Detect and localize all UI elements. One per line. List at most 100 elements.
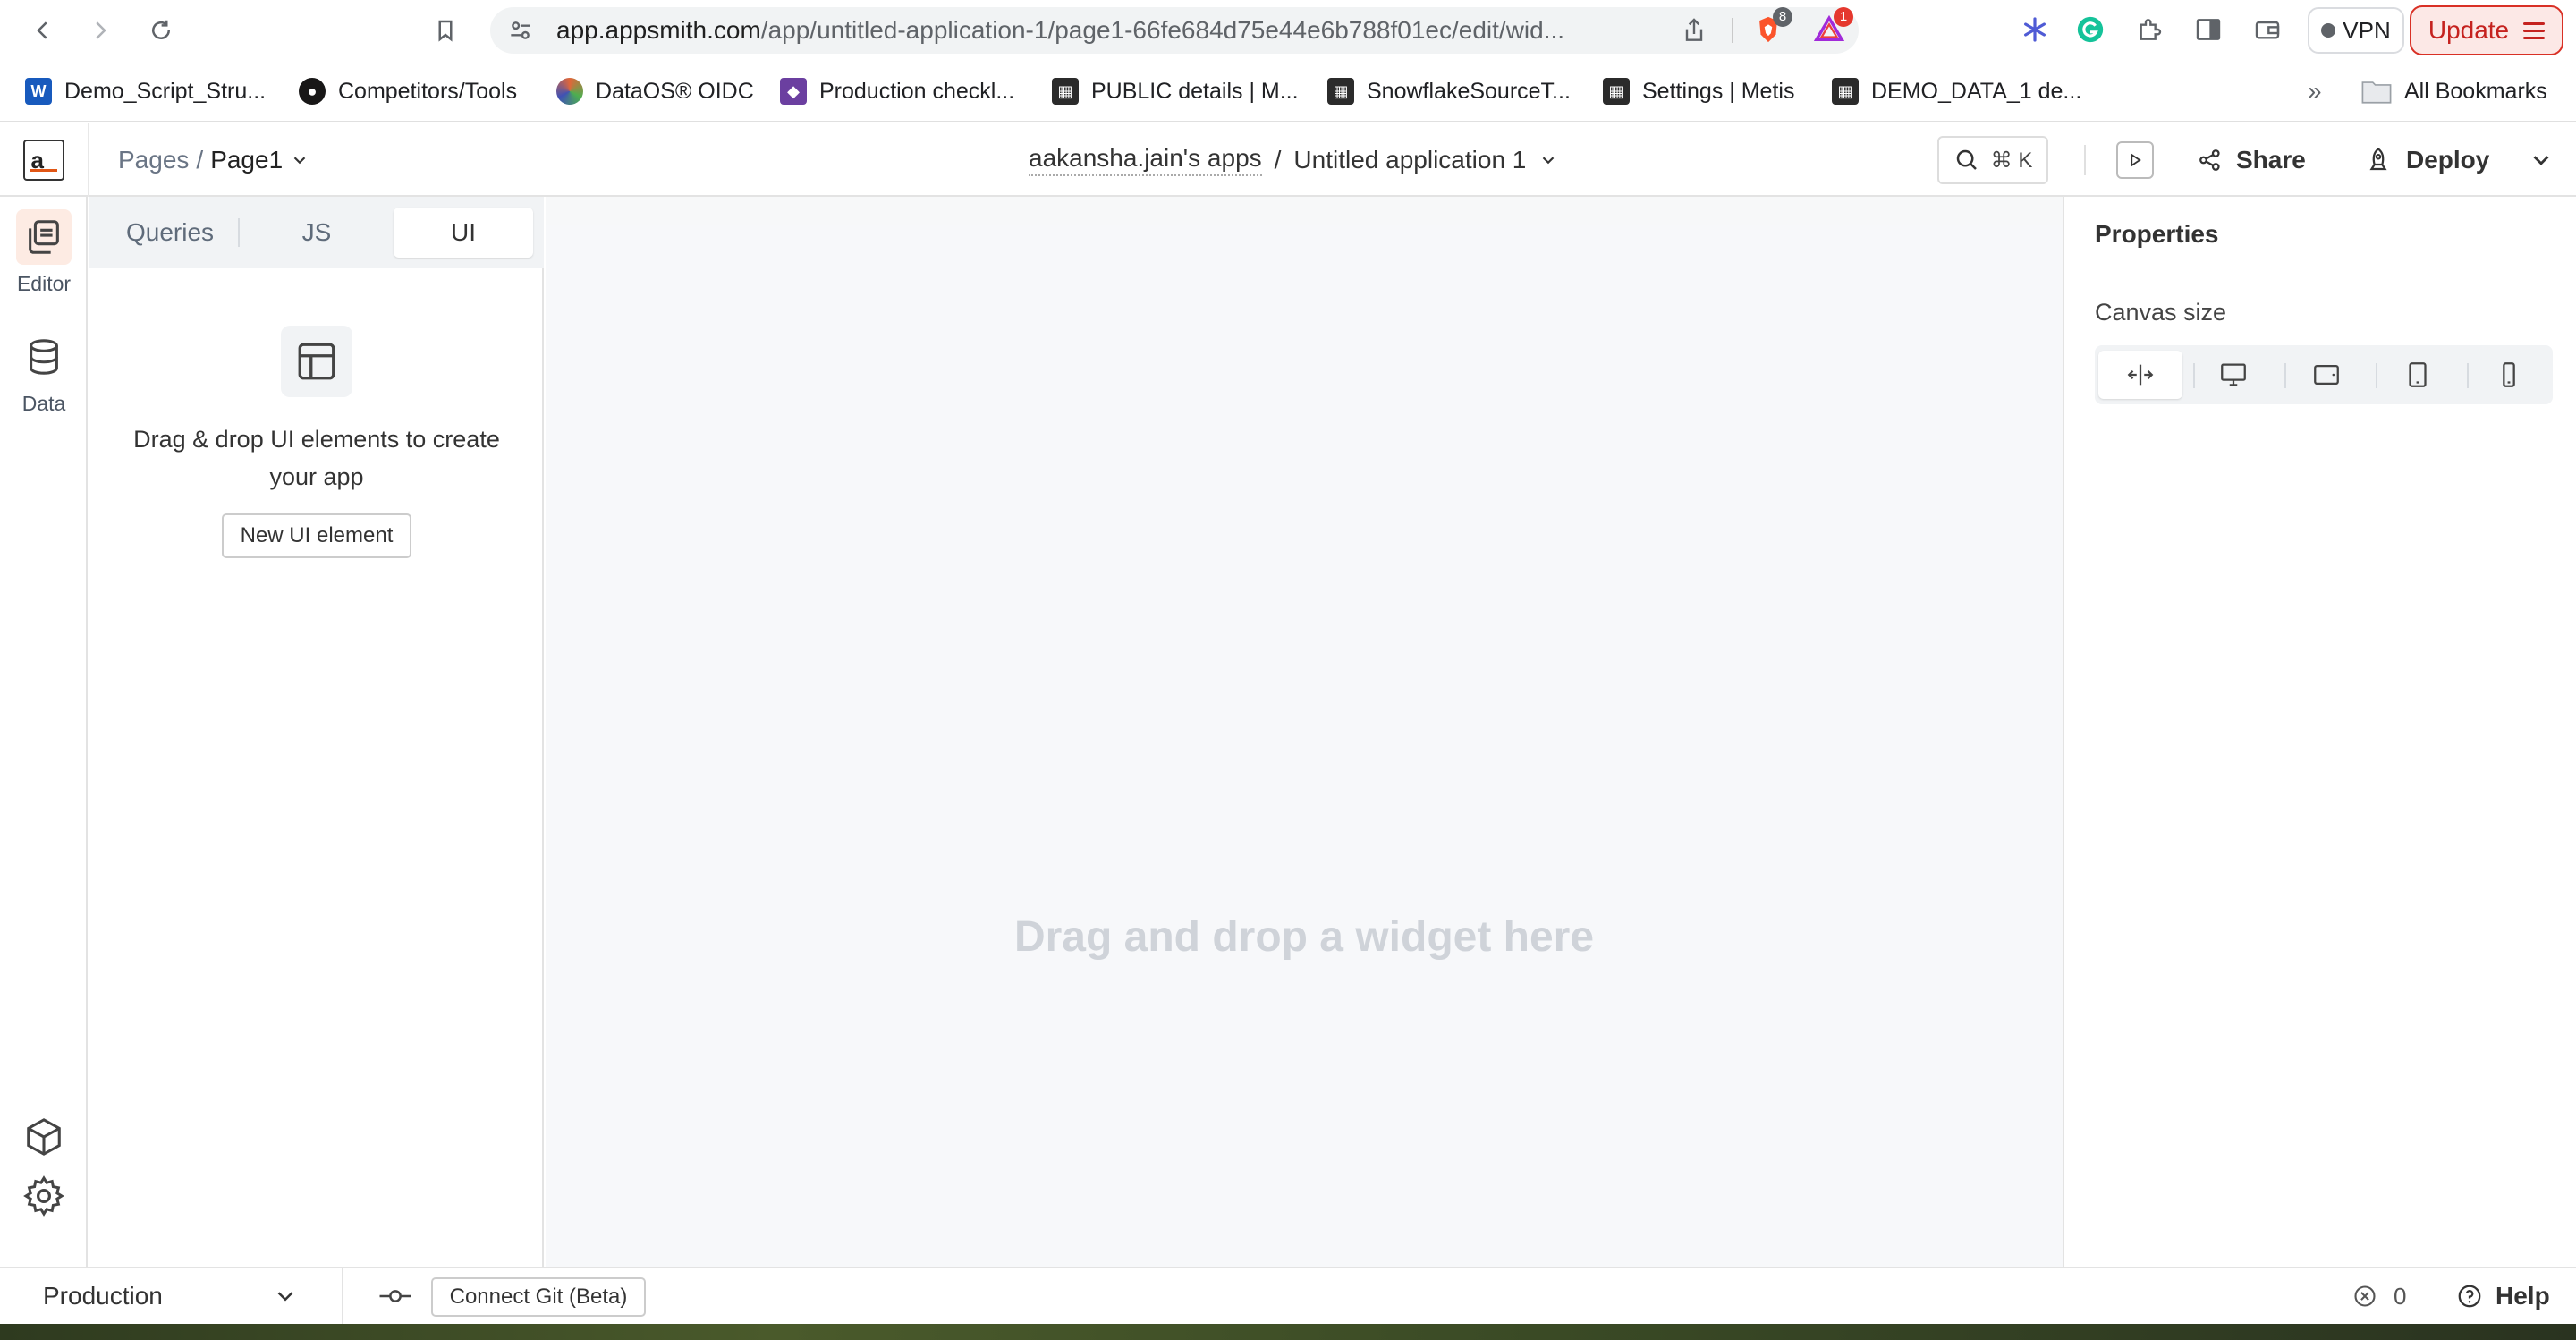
bookmark-icon <box>438 20 453 42</box>
omnibar-search-button[interactable]: ⌘ K <box>1937 136 2048 184</box>
current-page-name[interactable]: Page1 <box>210 146 283 174</box>
vpn-label: VPN <box>2343 16 2391 44</box>
workspace-link[interactable]: aakansha.jain's apps <box>1029 144 1262 176</box>
brave-shields-button[interactable]: 8 <box>1751 7 1792 47</box>
sidebar-item-data[interactable]: Data <box>0 329 88 416</box>
explorer-panel: Queries JS UI Drag & drop UI elements to… <box>89 197 544 1267</box>
bookmark-item[interactable]: DataOS® OIDC <box>556 73 754 109</box>
extension-asterisk-button[interactable] <box>2018 13 2052 47</box>
bookmark-item[interactable]: ◆ Production checkl... <box>780 73 1014 109</box>
sidebar-item-editor[interactable]: Editor <box>0 209 88 296</box>
data-label: Data <box>21 392 66 415</box>
bottom-bar: Production Connect Git (Beta) 0 Help <box>0 1267 2576 1324</box>
github-icon: ● <box>299 78 326 105</box>
share-label: Share <box>2236 146 2306 174</box>
brave-rewards-button[interactable]: 1 <box>1812 7 1853 47</box>
share-icon <box>2199 149 2220 171</box>
share-button[interactable]: Share <box>2197 123 2306 197</box>
tab-divider <box>238 218 240 247</box>
canvas-size-label: Canvas size <box>2095 299 2227 326</box>
new-ui-element-button[interactable]: New UI element <box>222 513 411 558</box>
url-text[interactable]: app.appsmith.com/app/untitled-applicatio… <box>556 7 1701 54</box>
back-button[interactable] <box>23 11 63 50</box>
reload-button[interactable] <box>141 11 181 50</box>
sidebar-icon <box>2196 19 2221 40</box>
bookmark-item[interactable]: ▦ PUBLIC details | M... <box>1052 73 1299 109</box>
environment-select[interactable]: Production <box>0 1268 343 1324</box>
application-name[interactable]: Untitled application 1 <box>1293 146 1526 174</box>
sidebar-toggle-button[interactable] <box>2191 13 2225 47</box>
update-label: Update <box>2428 16 2510 44</box>
empty-state-text: Drag & drop UI elements to create your a… <box>133 426 500 490</box>
error-count: 0 <box>2394 1282 2407 1310</box>
help-button[interactable]: Help <box>2456 1268 2550 1324</box>
grammarly-button[interactable] <box>2073 13 2107 47</box>
update-button[interactable]: Update <box>2410 5 2563 55</box>
urlbar-divider <box>1732 18 1733 43</box>
address-bar[interactable]: app.appsmith.com/app/untitled-applicatio… <box>490 7 1859 54</box>
tab-queries[interactable]: Queries <box>100 208 240 258</box>
deploy-options-chevron-icon[interactable] <box>2528 147 2555 174</box>
bookmark-item[interactable]: ● Competitors/Tools <box>299 73 517 109</box>
wallet-button[interactable] <box>2250 13 2284 47</box>
metis-icon: ▦ <box>1832 78 1859 105</box>
bookmarks-bar: W Demo_Script_Stru... ● Competitors/Tool… <box>0 61 2576 122</box>
rocket-icon <box>2369 148 2387 171</box>
preview-button[interactable] <box>2116 141 2154 179</box>
settings-button[interactable] <box>16 1168 72 1224</box>
bookmarks-overflow-button[interactable]: » <box>2308 77 2322 106</box>
bookmark-page-button[interactable] <box>426 11 465 50</box>
page-breadcrumb[interactable]: Pages / Page1 <box>118 123 309 197</box>
search-icon <box>1956 149 1977 170</box>
tab-ui[interactable]: UI <box>394 208 533 258</box>
canvas-size-tablet[interactable] <box>2376 351 2460 399</box>
tablet-landscape-icon <box>2314 364 2339 386</box>
bookmark-item[interactable]: ▦ SnowflakeSourceT... <box>1327 73 1571 109</box>
chevron-down-icon[interactable] <box>1538 150 1558 170</box>
bookmark-item[interactable]: ▦ DEMO_DATA_1 de... <box>1832 73 2081 109</box>
folder-icon <box>2361 81 2392 104</box>
grammarly-icon <box>2077 16 2104 43</box>
bookmark-item[interactable]: W Demo_Script_Stru... <box>25 73 266 109</box>
url-path: /app/untitled-application-1/page1-66fe68… <box>760 16 1565 44</box>
bookmark-label: DataOS® OIDC <box>596 78 754 104</box>
puzzle-icon <box>2140 19 2162 40</box>
bookmark-label: Demo_Script_Stru... <box>64 78 267 104</box>
canvas-size-fluid[interactable] <box>2098 351 2182 399</box>
bookmark-label: Competitors/Tools <box>338 78 518 104</box>
canvas-size-desktop[interactable] <box>2191 351 2275 399</box>
deploy-label: Deploy <box>2406 146 2490 174</box>
share-page-icon[interactable] <box>1680 16 1708 45</box>
bookmark-item[interactable]: ▦ Settings | Metis <box>1603 73 1794 109</box>
packages-button[interactable] <box>16 1109 72 1165</box>
appsmith-logo[interactable]: a_ <box>23 140 64 181</box>
tab-js[interactable]: JS <box>247 208 386 258</box>
left-sidebar: Editor Data <box>0 197 88 1267</box>
forward-button[interactable] <box>80 11 120 50</box>
editor-canvas[interactable]: Drag and drop a widget here <box>546 197 2063 1267</box>
vpn-button[interactable]: VPN <box>2308 7 2404 54</box>
tablet-icon <box>2409 362 2427 387</box>
browser-toolbar: app.appsmith.com/app/untitled-applicatio… <box>0 0 2576 61</box>
canvas-size-mobile[interactable] <box>2467 351 2551 399</box>
canvas-size-tablet-landscape[interactable] <box>2284 351 2368 399</box>
git-commit-icon <box>379 1290 411 1302</box>
dataos-icon <box>556 78 583 105</box>
connect-git-button[interactable]: Connect Git (Beta) <box>431 1277 646 1317</box>
play-icon <box>2131 153 2141 167</box>
database-icon <box>16 329 72 385</box>
menu-icon <box>2523 21 2546 39</box>
canvas-drop-area[interactable] <box>546 225 2063 1267</box>
deploy-button[interactable]: Deploy <box>2365 123 2489 197</box>
pages-link[interactable]: Pages <box>118 146 189 174</box>
debugger-errors-button[interactable]: 0 <box>2352 1268 2406 1324</box>
extensions-button[interactable] <box>2132 13 2166 47</box>
forward-arrow-icon <box>96 21 106 39</box>
url-host: app.appsmith.com <box>556 16 761 44</box>
site-settings-icon[interactable] <box>506 16 535 45</box>
chevron-down-icon[interactable] <box>290 150 309 170</box>
mobile-icon <box>2503 362 2515 387</box>
vpn-status-icon <box>2321 23 2336 38</box>
all-bookmarks-button[interactable]: All Bookmarks <box>2361 73 2547 109</box>
layout-icon <box>281 326 352 397</box>
